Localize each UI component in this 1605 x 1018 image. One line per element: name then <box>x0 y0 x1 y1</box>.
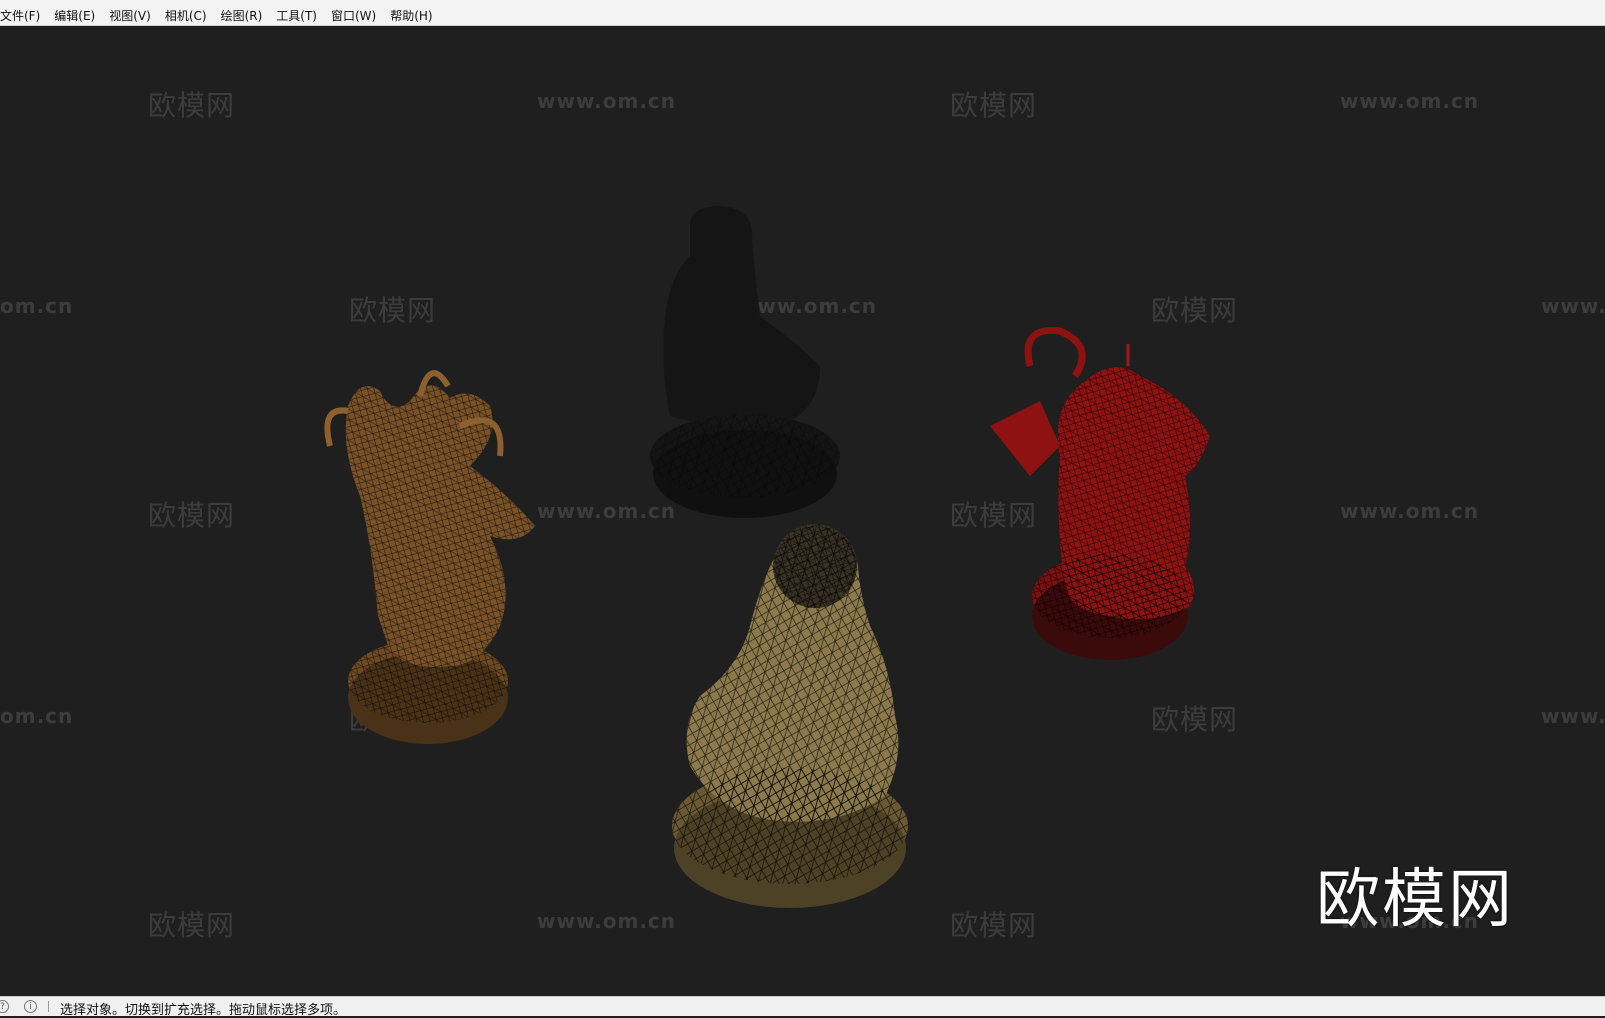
seated-buddha-statue-dark[interactable] <box>650 206 840 518</box>
watermark-large: 欧模网 <box>1316 863 1514 937</box>
window-title-cut <box>0 0 240 3</box>
flying-apsara-statue-bronze[interactable] <box>324 370 535 744</box>
menu-items: 文件(F) 编辑(E) 视图(V) 相机(C) 绘图(R) 工具(T) 窗口(W… <box>0 7 447 25</box>
menu-bar: 文件(F) 编辑(E) 视图(V) 相机(C) 绘图(R) 工具(T) 窗口(W… <box>0 0 1605 26</box>
status-text: 选择对象。切换到扩充选择。拖动鼠标选择多项。 <box>60 1003 347 1018</box>
menu-camera[interactable]: 相机(C) <box>165 7 207 25</box>
menu-render[interactable]: 绘图(R) <box>221 7 263 25</box>
menu-window[interactable]: 窗口(W) <box>331 7 376 25</box>
seated-buddha-statue-gold[interactable] <box>672 524 908 908</box>
menu-edit[interactable]: 编辑(E) <box>54 7 95 25</box>
info-icon[interactable]: i <box>24 1000 37 1013</box>
status-bar: ? i 选择对象。切换到扩充选择。拖动鼠标选择多项。 <box>0 996 1605 1018</box>
menu-tools[interactable]: 工具(T) <box>276 7 317 25</box>
menu-file[interactable]: 文件(F) <box>0 7 40 25</box>
menu-view[interactable]: 视图(V) <box>109 7 151 25</box>
3d-viewport[interactable]: 欧模网 www.om.cn 欧模网 www.om.cn om.cn 欧模网 ww… <box>0 26 1605 996</box>
circle-icon: ? <box>0 1000 9 1013</box>
flying-apsara-statue-red[interactable] <box>990 326 1210 660</box>
status-separator <box>48 1001 49 1012</box>
menu-help[interactable]: 帮助(H) <box>390 7 432 25</box>
